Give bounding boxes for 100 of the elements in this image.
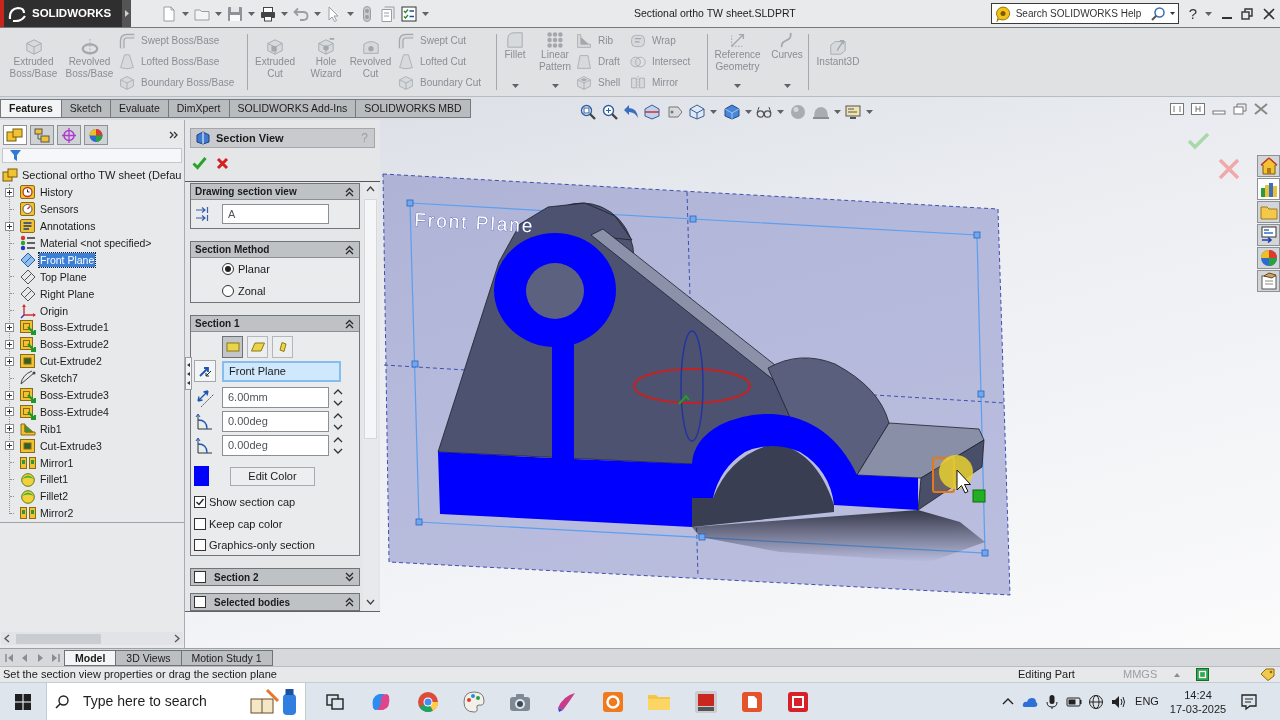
tree-item[interactable]: Boss-Extrude3 <box>39 388 110 402</box>
tree-item[interactable]: Sketch7 <box>39 371 79 386</box>
shaded-cube-icon[interactable] <box>724 104 740 120</box>
search-icon[interactable] <box>1150 6 1165 21</box>
spin-arrows-icon[interactable] <box>331 387 345 408</box>
app-tile-icon[interactable] <box>693 689 718 714</box>
command-tab[interactable]: SOLIDWORKS MBD <box>355 99 471 118</box>
nested-square-icon[interactable] <box>1196 668 1209 681</box>
four-squares-icon[interactable] <box>15 693 31 710</box>
tree-item[interactable]: Boss-Extrude1 <box>39 320 110 335</box>
tree-item[interactable]: Front Plane <box>39 252 96 267</box>
expand-icon[interactable] <box>5 441 14 451</box>
checkbox-label[interactable]: Graphics-only section <box>209 536 315 554</box>
tree-item[interactable]: Boss-Extrude4 <box>39 404 110 419</box>
task-pane-tab[interactable] <box>1257 247 1280 269</box>
tree-item[interactable]: Right Plane <box>39 286 96 301</box>
ok-check-icon[interactable] <box>1187 132 1210 150</box>
plane-toggle-button[interactable] <box>247 336 268 358</box>
tree-item[interactable]: Sensors <box>39 202 80 217</box>
collapse-icon[interactable] <box>345 186 354 197</box>
app-menu-button[interactable]: SOLIDWORKS <box>0 0 122 27</box>
expand-icon[interactable] <box>5 339 14 349</box>
document-icon[interactable] <box>380 5 396 22</box>
tree-item[interactable]: Cut-Extrude3 <box>39 438 103 453</box>
tile-view-icon[interactable] <box>1170 103 1184 115</box>
expand-icon[interactable] <box>5 407 14 417</box>
curved-arrow-icon[interactable] <box>623 104 639 120</box>
expand-icon[interactable] <box>5 390 14 400</box>
group-header[interactable]: Section Method <box>191 242 359 258</box>
expand-icon[interactable] <box>5 424 14 434</box>
checkbox-label[interactable]: Keep cap color <box>209 515 283 533</box>
round-logo-icon[interactable] <box>416 690 439 713</box>
tree-item[interactable]: Rib1 <box>39 421 63 436</box>
app-tile-icon[interactable] <box>787 690 810 713</box>
checkbox-label[interactable]: Show section cap <box>209 493 296 511</box>
plane-handle[interactable] <box>689 215 697 223</box>
tree-item[interactable]: Cut-Extrude2 <box>39 354 103 369</box>
tree-item[interactable]: Annotations <box>39 219 97 234</box>
plane-toggle-button[interactable] <box>272 336 293 358</box>
number-field[interactable]: 0.00deg <box>222 435 329 456</box>
expand-icon[interactable] <box>345 572 354 582</box>
command-tab[interactable]: Features <box>0 99 62 118</box>
tree-item[interactable]: History <box>39 185 74 200</box>
collapse-icon[interactable] <box>345 597 354 607</box>
model-tab[interactable]: Motion Study 1 <box>180 649 273 666</box>
printer-icon[interactable] <box>260 5 276 22</box>
number-field[interactable]: 0.00deg <box>222 411 329 432</box>
tree-item[interactable]: Mirror1 <box>39 455 75 470</box>
search-input[interactable]: Search SOLIDWORKS Help <box>1015 6 1146 21</box>
vertical-scrollbar[interactable] <box>363 182 378 611</box>
plane-handle[interactable] <box>698 533 706 541</box>
task-pane-tab[interactable] <box>1257 270 1280 292</box>
command-tab[interactable]: SOLIDWORKS Add-Ins <box>228 99 357 118</box>
close-icon[interactable] <box>1263 7 1275 20</box>
edit-color-button[interactable]: Edit Color <box>230 466 315 486</box>
cancel-x-icon[interactable] <box>216 156 229 170</box>
checklist-icon[interactable] <box>401 5 417 22</box>
expand-icon[interactable] <box>5 322 14 332</box>
spin-arrows-icon[interactable] <box>331 411 345 432</box>
microphone-icon[interactable] <box>1044 693 1060 710</box>
checkbox[interactable] <box>194 596 206 608</box>
checkbox[interactable] <box>194 539 206 551</box>
command-tab[interactable]: Evaluate <box>109 99 169 118</box>
collapse-handle-icon[interactable] <box>185 357 192 390</box>
radio-button[interactable] <box>222 263 234 275</box>
scroll-right-icon[interactable] <box>172 634 181 643</box>
ring-tile-icon[interactable] <box>601 690 624 713</box>
tag-icon[interactable] <box>1260 668 1275 681</box>
plane-handle[interactable] <box>973 231 981 239</box>
task-pane-tab[interactable] <box>1257 178 1280 200</box>
tree-item[interactable]: Origin <box>39 303 69 318</box>
scrollbar-thumb[interactable] <box>364 199 377 439</box>
expand-icon[interactable] <box>5 187 14 197</box>
magnifier-icon[interactable] <box>602 104 618 120</box>
task-view-icon[interactable] <box>326 693 345 710</box>
text-field[interactable]: A <box>222 204 329 224</box>
command-tab[interactable]: DimXpert <box>167 99 230 118</box>
drag-handle[interactable] <box>972 489 986 503</box>
task-pane-tab[interactable] <box>1257 155 1280 177</box>
group-header[interactable]: Selected bodies <box>191 594 359 610</box>
group-header[interactable]: Drawing section view <box>191 184 359 200</box>
scrollbar-thumb[interactable] <box>16 633 101 644</box>
reference-field[interactable]: Front Plane <box>222 360 341 382</box>
group-header[interactable]: Section 1 <box>191 316 359 332</box>
plane-handle[interactable] <box>415 518 423 526</box>
plane-toggle-button[interactable] <box>222 336 243 358</box>
flip-direction-button[interactable] <box>194 360 216 382</box>
document-tile-icon[interactable] <box>740 690 763 713</box>
plane-handle[interactable] <box>981 549 989 557</box>
ok-check-icon[interactable] <box>192 156 207 170</box>
model-tab[interactable]: 3D Views <box>115 649 182 666</box>
restore-icon[interactable] <box>1241 7 1253 20</box>
manager-tab[interactable] <box>84 125 108 145</box>
radio-label[interactable]: Zonal <box>238 282 266 300</box>
tag-icon[interactable] <box>667 104 683 120</box>
menu-expand-button[interactable] <box>122 0 131 27</box>
command-tab[interactable]: Sketch <box>60 99 111 118</box>
clock-date[interactable]: 17-03-2025 <box>1169 701 1227 716</box>
expand-icon[interactable] <box>5 221 14 231</box>
notification-icon[interactable] <box>1240 692 1258 711</box>
